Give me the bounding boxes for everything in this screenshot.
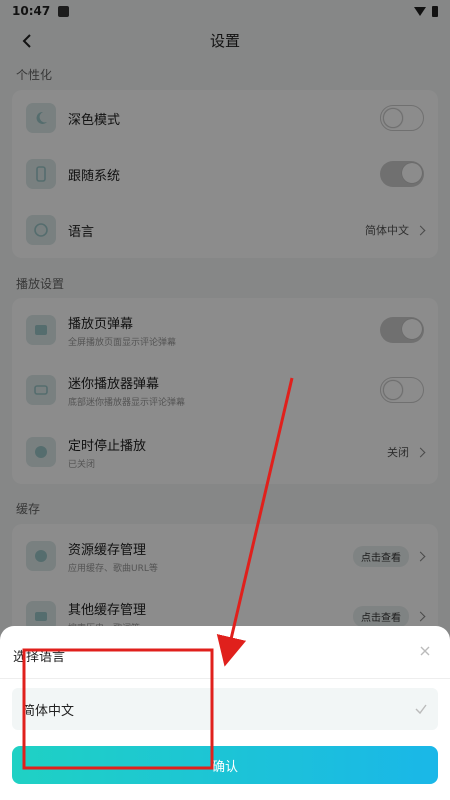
language-picker-sheet: 选择语言 简体中文 确认 <box>0 626 450 800</box>
sheet-title: 选择语言 <box>13 650 66 665</box>
divider <box>0 678 450 679</box>
confirm-button[interactable]: 确认 <box>12 746 438 784</box>
check-icon <box>415 704 427 715</box>
language-option-zh-hans[interactable]: 简体中文 <box>12 688 438 730</box>
language-option-label: 简体中文 <box>22 703 75 719</box>
close-icon[interactable] <box>418 644 432 658</box>
